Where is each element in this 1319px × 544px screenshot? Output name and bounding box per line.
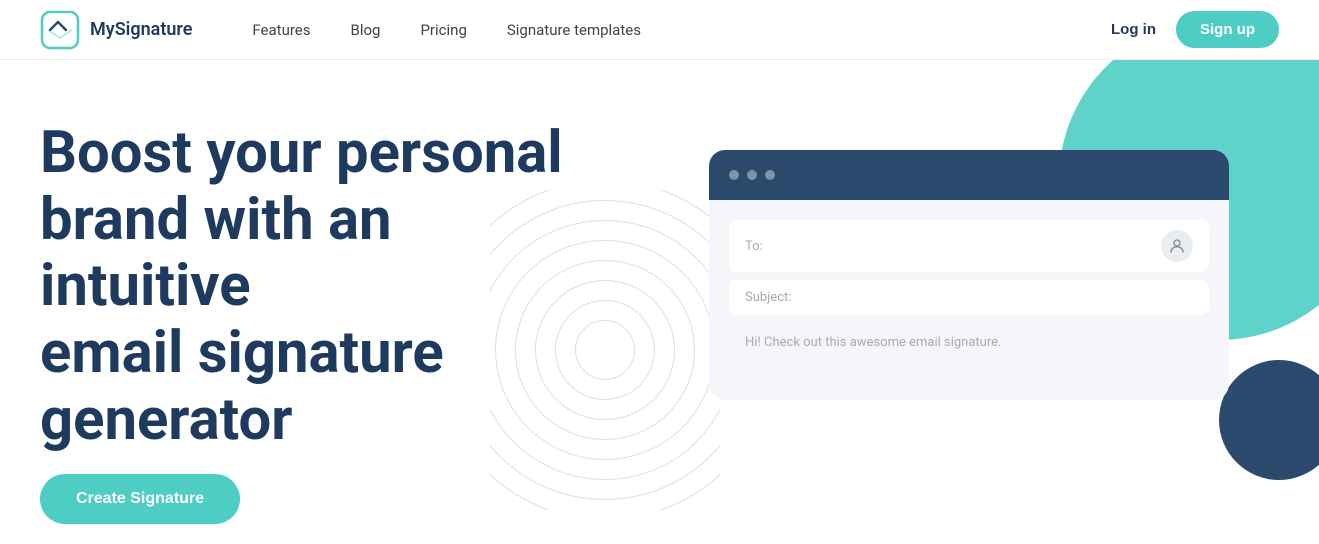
hero-heading-line2: brand with an intuitive	[40, 186, 392, 321]
avatar-icon	[1161, 230, 1193, 262]
logo-area[interactable]: MySignature	[40, 10, 192, 50]
nav-links: Features Blog Pricing Signature template…	[252, 21, 1111, 39]
login-button[interactable]: Log in	[1111, 21, 1156, 38]
navy-circle-decoration	[1219, 360, 1319, 480]
email-body: To: Subject: Hi! Check out this awesome …	[709, 200, 1229, 400]
email-subject-field: Subject:	[729, 280, 1209, 315]
nav-actions: Log in Sign up	[1111, 11, 1279, 48]
email-body-text: Hi! Check out this awesome email signatu…	[729, 323, 1209, 362]
hero-section: To: Subject: Hi! Check out this awesome …	[0, 60, 1319, 544]
hero-heading: Boost your personal brand with an intuit…	[40, 120, 600, 453]
nav-item-features[interactable]: Features	[252, 21, 310, 39]
hero-heading-line3: email signature	[40, 319, 444, 387]
hero-text-block: Boost your personal brand with an intuit…	[40, 120, 600, 483]
hero-heading-line4: generator	[40, 386, 292, 454]
window-dot-1	[729, 170, 739, 180]
email-to-label: To:	[745, 239, 763, 254]
email-header-bar	[709, 150, 1229, 200]
email-mock-window: To: Subject: Hi! Check out this awesome …	[709, 150, 1229, 400]
nav-item-blog[interactable]: Blog	[350, 21, 380, 39]
window-dot-3	[765, 170, 775, 180]
logo-icon	[40, 10, 80, 50]
window-dot-2	[747, 170, 757, 180]
navbar: MySignature Features Blog Pricing Signat…	[0, 0, 1319, 60]
create-signature-button[interactable]: Create Signature	[40, 474, 240, 524]
nav-item-pricing[interactable]: Pricing	[420, 21, 466, 39]
hero-heading-line1: Boost your personal	[40, 119, 563, 187]
logo-text: MySignature	[90, 19, 192, 40]
nav-item-signature-templates[interactable]: Signature templates	[507, 21, 641, 39]
email-to-field: To:	[729, 220, 1209, 272]
signup-button[interactable]: Sign up	[1176, 11, 1279, 48]
email-subject-label: Subject:	[745, 290, 791, 305]
